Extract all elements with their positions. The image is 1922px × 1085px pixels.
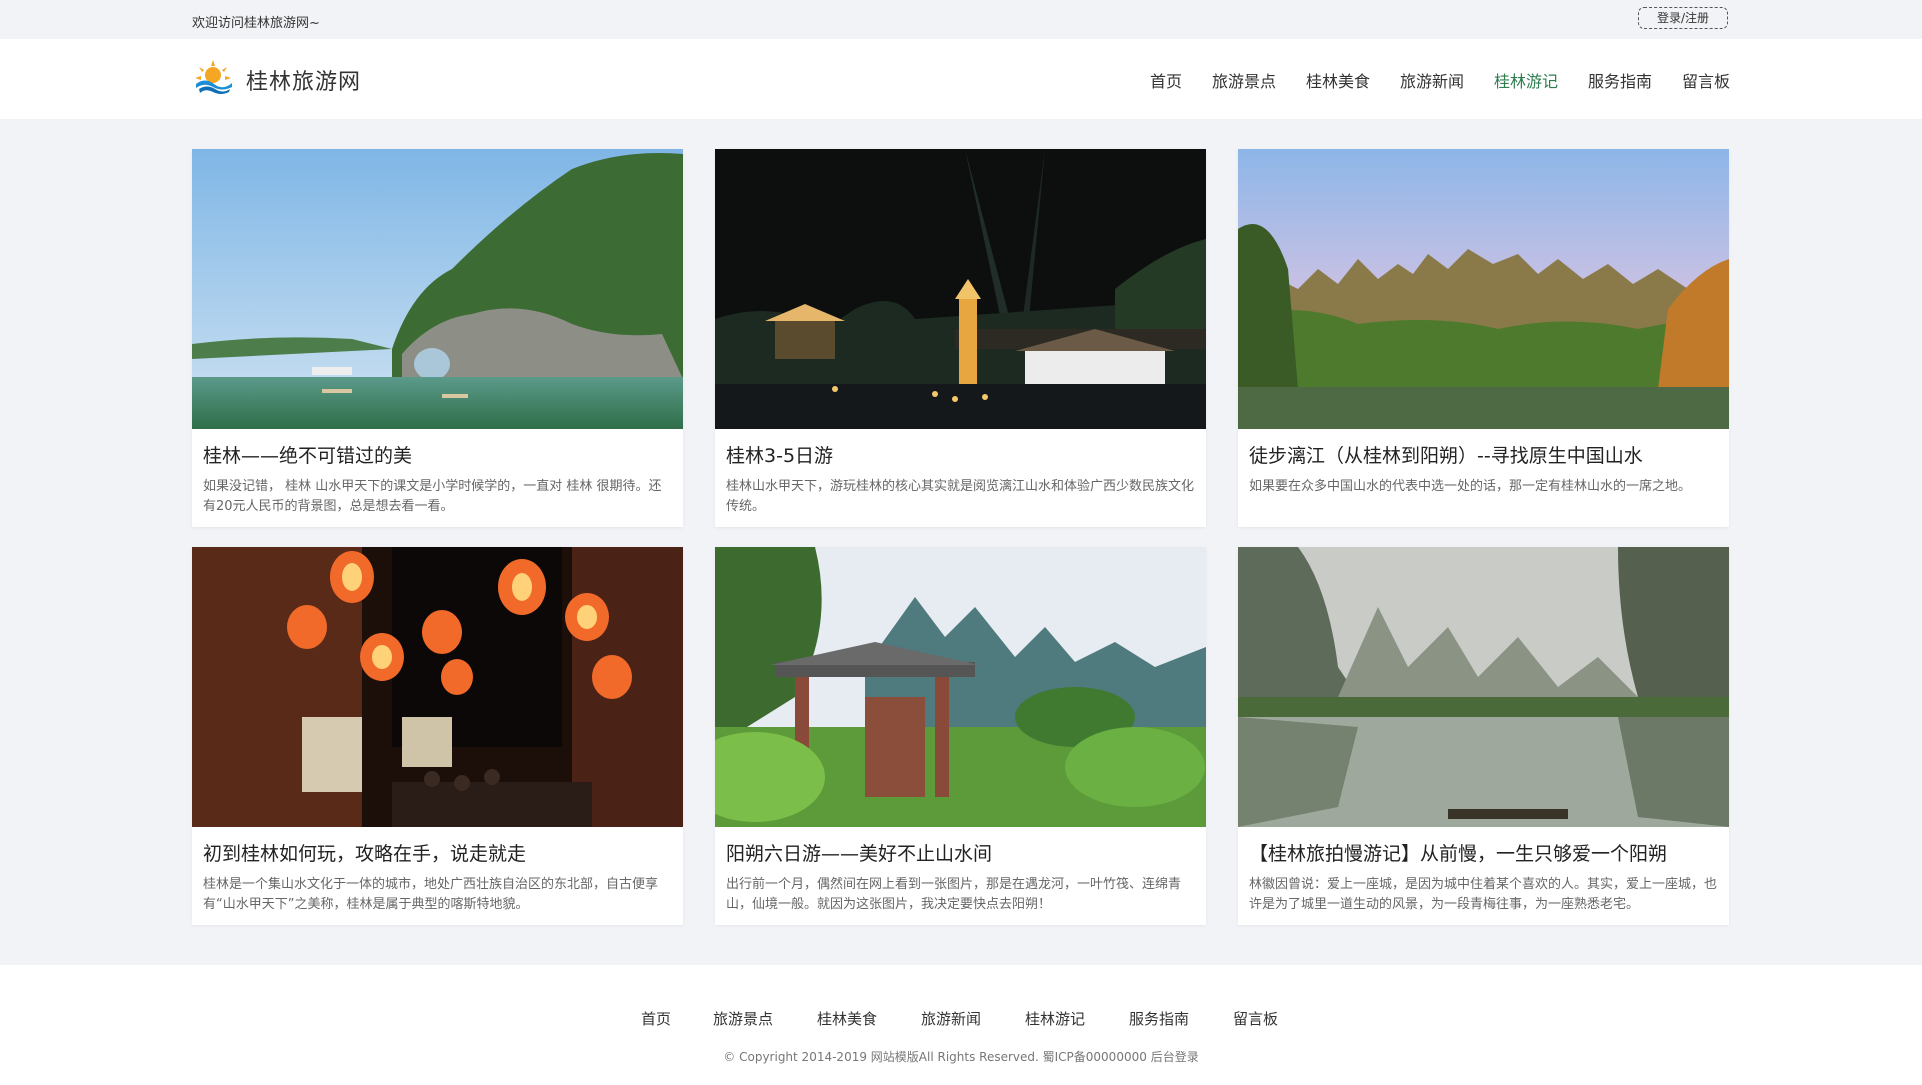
admin-login-link[interactable]: 后台登录: [1151, 1050, 1199, 1064]
card-image[interactable]: [715, 547, 1206, 827]
card-image[interactable]: [192, 149, 683, 429]
welcome-text: 欢迎访问桂林旅游网~: [192, 16, 320, 31]
card-description: 桂林山水甲天下，游玩桂林的核心其实就是阅览漓江山水和体验广西少数民族文化传统。: [726, 479, 1195, 514]
copyright-line: © Copyright 2014-2019 网站模版All Rights Res…: [0, 1048, 1922, 1065]
footer-nav-home[interactable]: 首页: [641, 1008, 671, 1029]
article-card[interactable]: 初到桂林如何玩，攻略在手，说走就走 桂林是一个集山水文化于一体的城市，地处广西壮…: [192, 547, 683, 925]
nav-attractions[interactable]: 旅游景点: [1212, 68, 1276, 92]
article-card[interactable]: 桂林——绝不可错过的美 如果没记错， 桂林 山水甲天下的课文是小学时候学的，一直…: [192, 149, 683, 527]
card-image[interactable]: [1238, 149, 1729, 429]
footer-nav-service-guide[interactable]: 服务指南: [1129, 1008, 1189, 1029]
article-card[interactable]: 徒步漓江（从桂林到阳朔）--寻找原生中国山水 如果要在众多中国山水的代表中选一处…: [1238, 149, 1729, 527]
nav-news[interactable]: 旅游新闻: [1400, 68, 1464, 92]
nav-service-guide[interactable]: 服务指南: [1588, 68, 1652, 92]
top-bar: 欢迎访问桂林旅游网~ 登录/注册: [0, 0, 1922, 39]
card-description: 出行前一个月，偶然间在网上看到一张图片，那是在遇龙河，一叶竹筏、连绵青山，仙境一…: [726, 877, 1182, 912]
card-title[interactable]: 徒步漓江（从桂林到阳朔）--寻找原生中国山水: [1249, 441, 1719, 468]
footer-nav-message-board[interactable]: 留言板: [1233, 1008, 1278, 1029]
card-image[interactable]: [1238, 547, 1729, 827]
login-register-button[interactable]: 登录/注册: [1638, 7, 1728, 29]
article-card[interactable]: 阳朔六日游——美好不止山水间 出行前一个月，偶然间在网上看到一张图片，那是在遇龙…: [715, 547, 1206, 925]
footer-nav-attractions[interactable]: 旅游景点: [713, 1008, 773, 1029]
card-title[interactable]: 桂林3-5日游: [726, 441, 1196, 468]
article-card[interactable]: 【桂林旅拍慢游记】从前慢，一生只够爱一个阳朔 林徽因曾说：爱上一座城，是因为城中…: [1238, 547, 1729, 925]
card-description: 桂林是一个集山水文化于一体的城市，地处广西壮族自治区的东北部，自古便享有“山水甲…: [203, 877, 659, 912]
card-title[interactable]: 初到桂林如何玩，攻略在手，说走就走: [203, 839, 673, 866]
copyright-text: © Copyright 2014-2019 网站模版All Rights Res…: [723, 1050, 1147, 1064]
main-nav: 首页 旅游景点 桂林美食 旅游新闻 桂林游记 服务指南 留言板: [0, 68, 1922, 92]
card-title[interactable]: 【桂林旅拍慢游记】从前慢，一生只够爱一个阳朔: [1249, 839, 1719, 866]
article-card[interactable]: 桂林3-5日游 桂林山水甲天下，游玩桂林的核心其实就是阅览漓江山水和体验广西少数…: [715, 149, 1206, 527]
footer-nav-travel-notes[interactable]: 桂林游记: [1025, 1008, 1085, 1029]
footer-nav-food[interactable]: 桂林美食: [817, 1008, 877, 1029]
nav-home[interactable]: 首页: [1150, 68, 1182, 92]
nav-travel-notes[interactable]: 桂林游记: [1494, 68, 1558, 92]
card-description: 林徽因曾说：爱上一座城，是因为城中住着某个喜欢的人。其实，爱上一座城，也许是为了…: [1249, 877, 1718, 912]
footer-nav-news[interactable]: 旅游新闻: [921, 1008, 981, 1029]
card-description: 如果没记错， 桂林 山水甲天下的课文是小学时候学的，一直对 桂林 很期待。还有2…: [203, 479, 662, 514]
nav-message-board[interactable]: 留言板: [1682, 68, 1730, 92]
card-title[interactable]: 阳朔六日游——美好不止山水间: [726, 839, 1196, 866]
card-title[interactable]: 桂林——绝不可错过的美: [203, 441, 673, 468]
card-image[interactable]: [192, 547, 683, 827]
card-image[interactable]: [715, 149, 1206, 429]
nav-food[interactable]: 桂林美食: [1306, 68, 1370, 92]
card-description: 如果要在众多中国山水的代表中选一处的话，那一定有桂林山水的一席之地。: [1249, 479, 1692, 494]
